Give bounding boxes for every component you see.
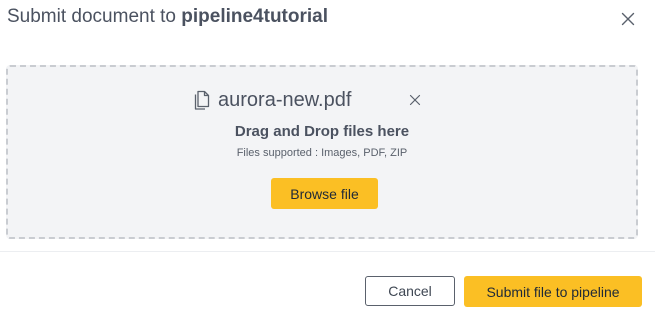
selected-file: aurora-new.pdf <box>192 87 351 113</box>
supported-formats-text: Files supported : Images, PDF, ZIP <box>236 147 408 159</box>
submit-document-dialog: Submit document to pipeline4tutorial aur… <box>0 0 655 314</box>
close-dialog-button[interactable] <box>618 9 638 29</box>
file-dropzone[interactable]: aurora-new.pdf Drag and Drop files here … <box>6 65 638 239</box>
dialog-title: Submit document to pipeline4tutorial <box>7 5 328 29</box>
browse-file-button[interactable]: Browse file <box>271 178 378 209</box>
close-icon <box>621 12 635 26</box>
drag-drop-heading: Drag and Drop files here <box>234 123 410 140</box>
submit-file-button[interactable]: Submit file to pipeline <box>464 276 642 307</box>
close-icon <box>409 94 421 106</box>
pipeline-name: pipeline4tutorial <box>181 6 329 27</box>
file-name: aurora-new.pdf <box>218 89 352 111</box>
remove-file-button[interactable] <box>408 93 422 107</box>
dialog-title-prefix: Submit document to <box>7 6 182 27</box>
footer-divider <box>0 251 655 252</box>
cancel-button[interactable]: Cancel <box>365 276 455 306</box>
document-icon <box>194 90 210 110</box>
